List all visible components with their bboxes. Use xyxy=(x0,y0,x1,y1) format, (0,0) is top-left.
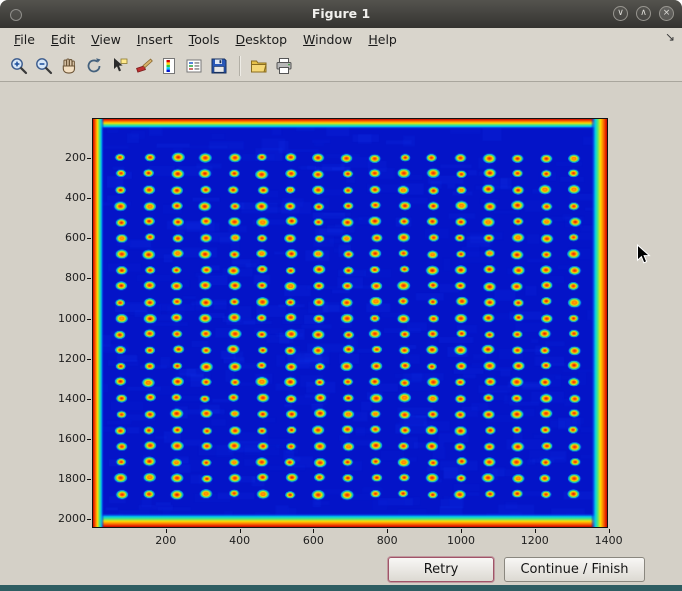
x-tick-mark xyxy=(461,529,462,533)
x-tick-mark xyxy=(166,529,167,533)
zoom-out-button[interactable] xyxy=(32,53,56,78)
menu-items: FileEditViewInsertToolsDesktopWindowHelp xyxy=(6,30,405,49)
menu-view[interactable]: View xyxy=(83,30,129,49)
x-tick-label: 200 xyxy=(144,534,188,547)
x-tick-mark xyxy=(609,529,610,533)
minimize-button[interactable]: ∨ xyxy=(613,6,628,21)
x-tick-label: 800 xyxy=(365,534,409,547)
figure-toolbar xyxy=(0,50,682,82)
x-tick-mark xyxy=(535,529,536,533)
x-tick-mark xyxy=(240,529,241,533)
x-tick-label: 600 xyxy=(291,534,335,547)
menu-bar: FileEditViewInsertToolsDesktopWindowHelp… xyxy=(0,28,682,50)
y-tick-mark xyxy=(87,479,91,480)
window-title: Figure 1 xyxy=(0,0,682,28)
colorbar-button[interactable] xyxy=(157,53,181,78)
pan-icon xyxy=(59,56,79,76)
colorbar-icon xyxy=(159,56,179,76)
menu-help[interactable]: Help xyxy=(360,30,405,49)
close-button[interactable]: × xyxy=(659,6,674,21)
open-button[interactable] xyxy=(247,53,271,78)
y-tick-label: 600 xyxy=(44,231,86,244)
legend-icon xyxy=(184,56,204,76)
open-icon xyxy=(249,56,269,76)
y-tick-label: 1800 xyxy=(44,472,86,485)
maximize-button[interactable]: ∧ xyxy=(636,6,651,21)
y-tick-label: 1400 xyxy=(44,392,86,405)
window-bottom-border xyxy=(0,585,682,591)
y-tick-label: 1200 xyxy=(44,352,86,365)
menu-file[interactable]: File xyxy=(6,30,43,49)
legend-button[interactable] xyxy=(182,53,206,78)
y-tick-mark xyxy=(87,238,91,239)
rotate-3d-icon xyxy=(84,56,104,76)
data-cursor-icon xyxy=(109,56,129,76)
y-tick-mark xyxy=(87,439,91,440)
y-tick-mark xyxy=(87,278,91,279)
x-tick-mark xyxy=(387,529,388,533)
print-icon xyxy=(274,56,294,76)
save-icon xyxy=(209,56,229,76)
y-tick-mark xyxy=(87,158,91,159)
y-tick-mark xyxy=(87,198,91,199)
data-cursor-button[interactable] xyxy=(107,53,131,78)
retry-button[interactable]: Retry xyxy=(388,557,494,582)
y-tick-label: 1000 xyxy=(44,312,86,325)
zoom-in-icon xyxy=(9,56,29,76)
brush-icon xyxy=(134,56,154,76)
x-tick-label: 1400 xyxy=(587,534,631,547)
y-tick-label: 400 xyxy=(44,191,86,204)
pan-button[interactable] xyxy=(57,53,81,78)
print-button[interactable] xyxy=(272,53,296,78)
x-tick-label: 1000 xyxy=(439,534,483,547)
figure-window: Figure 1 ∨ ∧ × FileEditViewInsertToolsDe… xyxy=(0,0,682,591)
x-tick-mark xyxy=(313,529,314,533)
menu-insert[interactable]: Insert xyxy=(129,30,181,49)
menu-window[interactable]: Window xyxy=(295,30,360,49)
menu-desktop[interactable]: Desktop xyxy=(227,30,295,49)
y-tick-mark xyxy=(87,319,91,320)
y-tick-label: 800 xyxy=(44,271,86,284)
y-tick-mark xyxy=(87,399,91,400)
y-tick-label: 2000 xyxy=(44,512,86,525)
y-tick-label: 1600 xyxy=(44,432,86,445)
menu-overflow-icon[interactable]: ↘ xyxy=(665,30,675,44)
y-tick-label: 200 xyxy=(44,151,86,164)
rotate-3d-button[interactable] xyxy=(82,53,106,78)
y-tick-mark xyxy=(87,519,91,520)
brush-button[interactable] xyxy=(132,53,156,78)
figure-content: Retry Continue / Finish 200 400 600 800 1000… xyxy=(0,82,682,585)
titlebar[interactable]: Figure 1 ∨ ∧ × xyxy=(0,0,682,29)
x-tick-label: 400 xyxy=(218,534,262,547)
y-tick-mark xyxy=(87,359,91,360)
continue-finish-button[interactable]: Continue / Finish xyxy=(504,557,645,582)
x-tick-label: 1200 xyxy=(513,534,557,547)
zoom-in-button[interactable] xyxy=(7,53,31,78)
heatmap-image[interactable] xyxy=(93,119,607,527)
save-button[interactable] xyxy=(207,53,231,78)
menu-edit[interactable]: Edit xyxy=(43,30,83,49)
zoom-out-icon xyxy=(34,56,54,76)
plot-area xyxy=(92,118,608,528)
menu-tools[interactable]: Tools xyxy=(181,30,228,49)
toolbar-separator xyxy=(239,56,240,76)
